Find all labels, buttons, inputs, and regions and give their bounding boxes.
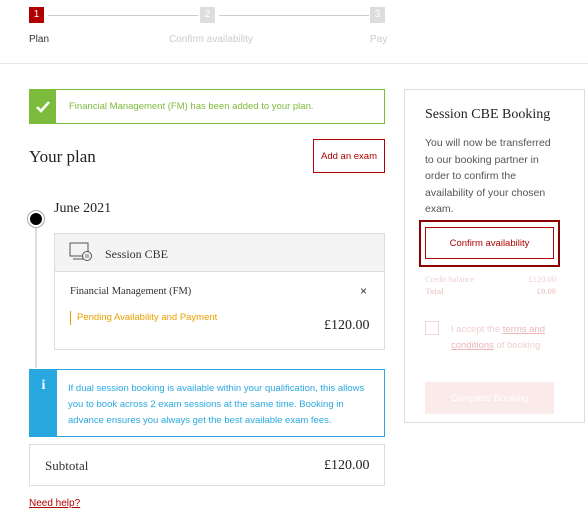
panel-description: You will now be transferred to our booki…: [425, 137, 551, 215]
success-message: Financial Management (FM) has been added…: [69, 101, 314, 112]
step-3-label: Pay: [370, 34, 388, 45]
step-2-label: Confirm availability: [169, 34, 253, 45]
month-heading: June 2021: [54, 201, 112, 216]
step-connector: [219, 15, 369, 16]
balance-summary: Credit balance £120.00 Total £0.00: [425, 274, 556, 298]
add-exam-button[interactable]: Add an exam: [313, 139, 385, 173]
confirm-highlight: Confirm availability: [419, 220, 560, 267]
total-label: Total: [425, 286, 444, 296]
subtotal-value: £120.00: [324, 458, 370, 473]
status-badge: Pending Availability and Payment: [70, 311, 217, 325]
info-message: If dual session booking is available wit…: [68, 383, 365, 426]
computer-exam-icon: [69, 242, 93, 267]
exam-card: Session CBE Financial Management (FM) × …: [54, 233, 385, 350]
timeline-dot: [28, 211, 44, 227]
timeline-line: [35, 218, 37, 368]
card-header: Session CBE: [55, 234, 384, 272]
checkmark-icon: [30, 90, 56, 123]
page-title: Your plan: [29, 147, 96, 166]
accept-suffix: of booking: [493, 340, 541, 351]
panel-title: Session CBE Booking: [425, 107, 551, 122]
subtotal-row: Subtotal £120.00: [29, 444, 385, 486]
step-2-number: 2: [200, 7, 215, 23]
session-title: Session CBE: [105, 247, 169, 261]
info-icon: i: [30, 370, 57, 436]
total-value: £0.00: [536, 286, 556, 296]
info-box: i If dual session booking is available w…: [29, 369, 385, 437]
success-banner: Financial Management (FM) has been added…: [29, 89, 385, 124]
complete-booking-button[interactable]: Complete Booking: [425, 382, 554, 414]
credit-balance-label: Credit balance: [425, 274, 475, 284]
accept-terms-checkbox[interactable]: [425, 321, 439, 335]
exam-price: £120.00: [324, 318, 370, 333]
step-connector: [48, 15, 198, 16]
accept-prefix: I accept the: [451, 324, 503, 335]
accept-terms-label: I accept the terms and conditions of boo…: [451, 322, 561, 354]
step-1-label: Plan: [29, 34, 50, 45]
booking-panel: Session CBE Booking You will now be tran…: [404, 89, 585, 423]
confirm-availability-button[interactable]: Confirm availability: [425, 227, 554, 259]
step-1-number: 1: [29, 7, 44, 23]
need-help-link[interactable]: Need help?: [29, 498, 80, 509]
exam-name: Financial Management (FM): [70, 286, 192, 297]
subtotal-label: Subtotal: [45, 458, 89, 473]
progress-stepper: 1 2 3 Plan Confirm availability Pay: [0, 0, 588, 64]
remove-exam-icon[interactable]: ×: [360, 284, 367, 298]
credit-balance-value: £120.00: [528, 274, 556, 284]
step-3-number: 3: [370, 7, 385, 23]
